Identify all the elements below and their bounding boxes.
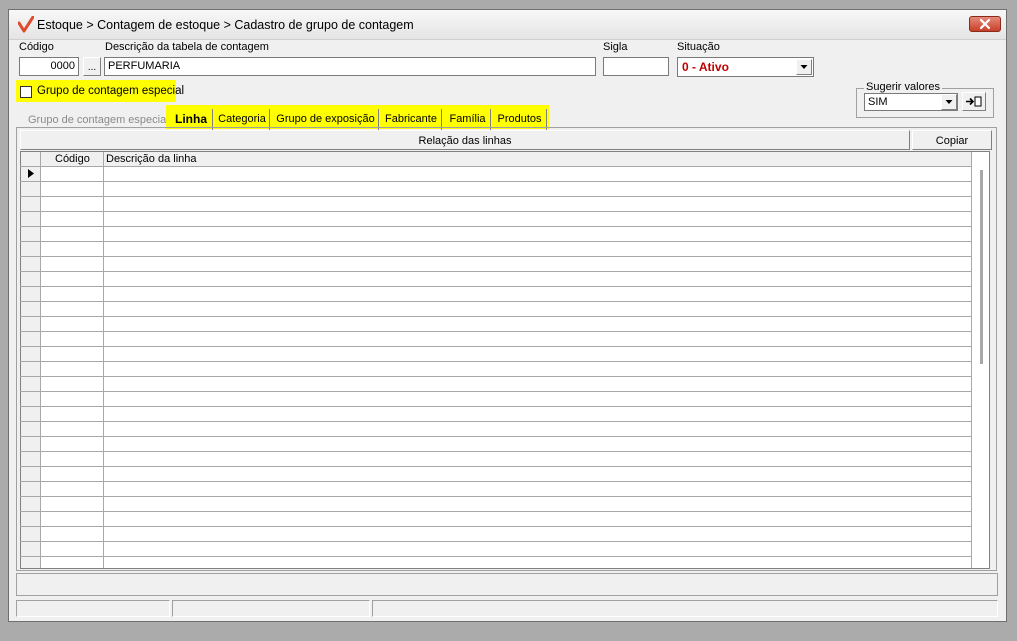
- grid-row-line: [20, 316, 972, 317]
- codigo-label: Código: [19, 41, 54, 53]
- grid-row-line: [20, 196, 972, 197]
- grid-row-line: [20, 271, 972, 272]
- sugerir-valores-label: Sugerir valores: [864, 81, 942, 93]
- situacao-label: Situação: [677, 41, 720, 53]
- sigla-label: Sigla: [603, 41, 628, 53]
- grid-row-line: [20, 526, 972, 527]
- grid-row-line: [20, 376, 972, 377]
- grid-row-line: [20, 436, 972, 437]
- grid-row-line: [20, 451, 972, 452]
- grid-row-line: [20, 301, 972, 302]
- sigla-field[interactable]: [603, 57, 669, 76]
- situacao-value: 0 - Ativo: [682, 60, 729, 74]
- app-logo-icon: [18, 16, 34, 33]
- current-row-indicator-icon: [28, 169, 34, 178]
- status-segment: [16, 600, 170, 617]
- grid-row-line: [20, 166, 972, 167]
- grid-row-line: [20, 361, 972, 362]
- grid-row-line: [20, 256, 972, 257]
- grid-scrollbar-thumb[interactable]: [980, 170, 983, 364]
- bottom-panel: [16, 573, 998, 596]
- grid-col-separator: [103, 152, 104, 568]
- lookup-button[interactable]: ...: [83, 57, 101, 76]
- grid-row-line: [20, 556, 972, 557]
- situacao-select[interactable]: 0 - Ativo: [677, 57, 814, 77]
- codigo-field[interactable]: 0000: [19, 57, 79, 76]
- grid-row-line: [20, 331, 972, 332]
- descricao-label: Descrição da tabela de contagem: [105, 41, 269, 53]
- grid-row-line: [20, 466, 972, 467]
- grid-col-separator: [971, 152, 972, 568]
- grid-row-line: [20, 391, 972, 392]
- grid-row-line: [20, 286, 972, 287]
- apply-suggestion-button[interactable]: [962, 92, 986, 111]
- grupo-especial-label: Grupo de contagem especial: [37, 85, 185, 97]
- column-header-codigo[interactable]: Código: [55, 153, 90, 165]
- grid-row-line: [20, 511, 972, 512]
- sugerir-valores-select[interactable]: SIM: [864, 93, 958, 111]
- descricao-field[interactable]: PERFUMARIA: [104, 57, 596, 76]
- chevron-down-icon: [800, 65, 808, 69]
- grid-row-line: [20, 181, 972, 182]
- grid-row-line: [20, 541, 972, 542]
- grid-row-line: [20, 496, 972, 497]
- linhas-grid[interactable]: [20, 151, 990, 569]
- grid-row-line: [20, 241, 972, 242]
- arrow-right-document-icon: [966, 96, 982, 107]
- column-header-descricao[interactable]: Descrição da linha: [106, 153, 197, 165]
- close-button[interactable]: [969, 16, 1001, 32]
- sugerir-dropdown-button[interactable]: [941, 94, 957, 110]
- close-icon: [979, 18, 991, 30]
- panel-header: Relação das linhas: [20, 130, 910, 150]
- grid-col-separator: [40, 152, 41, 568]
- grid-row-line: [20, 406, 972, 407]
- situacao-dropdown-button[interactable]: [796, 59, 812, 75]
- status-segment: [172, 600, 370, 617]
- grid-row-line: [20, 346, 972, 347]
- grid-row-line: [20, 481, 972, 482]
- tab-grupo-especial-disabled: Grupo de contagem especial: [28, 114, 169, 126]
- status-segment: [372, 600, 998, 617]
- copiar-button[interactable]: Copiar: [912, 130, 992, 150]
- grid-row-line: [20, 421, 972, 422]
- window-title: Estoque > Contagem de estoque > Cadastro…: [37, 18, 414, 32]
- chevron-down-icon: [945, 100, 953, 104]
- grid-row-line: [20, 211, 972, 212]
- grid-row-line: [20, 226, 972, 227]
- sugerir-valores-value: SIM: [868, 96, 888, 108]
- grupo-especial-checkbox[interactable]: [20, 86, 32, 98]
- grid-row-header-column: [21, 152, 40, 568]
